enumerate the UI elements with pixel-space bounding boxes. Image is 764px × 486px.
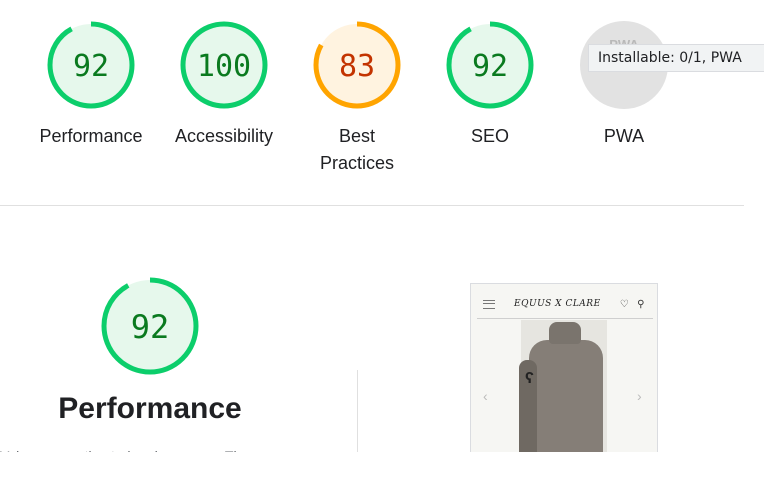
final-screenshot-thumbnail[interactable]: EQUUS X CLARE ♡ ⚲ ‹ › ʕ [470, 283, 658, 458]
performance-detail-ring: 92 [101, 277, 199, 375]
label-seo: SEO [470, 126, 509, 146]
label-performance: Performance [39, 126, 143, 146]
user-icon: ⚲ [637, 298, 645, 310]
section-divider [0, 205, 744, 206]
gauge-accessibility[interactable]: 100 [178, 19, 270, 111]
gauge-performance[interactable]: 92 [45, 19, 137, 111]
label-best-practices-line1: Best [338, 126, 376, 146]
viewport-bottom-margin [0, 452, 764, 486]
label-best-practices: Best Practices [287, 123, 427, 177]
heart-icon: ♡ [619, 298, 630, 310]
thumbnail-header-icons: ♡ ⚲ [620, 299, 645, 310]
label-accessibility: Accessibility [174, 126, 274, 146]
label-best-practices-line2: Practices [319, 153, 395, 173]
gauge-best-practices-ring: 83 [313, 21, 401, 109]
carousel-next-icon: › [637, 388, 642, 404]
gauge-performance-ring: 92 [47, 21, 135, 109]
brand-logo-icon: ʕ [525, 370, 534, 387]
sweater-neck [549, 322, 581, 344]
vertical-divider [357, 370, 358, 460]
gauge-seo[interactable]: 92 [444, 19, 536, 111]
performance-detail-gauge: 92 [100, 276, 200, 376]
score-performance: 92 [73, 49, 109, 84]
label-pwa: PWA [603, 126, 645, 146]
performance-detail-score: 92 [131, 308, 170, 346]
carousel-prev-icon: ‹ [483, 388, 488, 404]
score-best-practices: 83 [339, 49, 375, 84]
sweater-body [529, 340, 603, 457]
hamburger-icon [483, 299, 495, 309]
thumbnail-header-rule [477, 318, 653, 319]
gauge-seo-ring: 92 [446, 21, 534, 109]
performance-detail-title: Performance [58, 392, 242, 425]
thumbnail-site-header: EQUUS X CLARE ♡ ⚲ [477, 294, 653, 314]
pwa-tooltip: Installable: 0/1, PWA [588, 44, 764, 72]
score-accessibility: 100 [197, 49, 251, 84]
thumbnail-brand: EQUUS X CLARE [514, 299, 601, 309]
gauge-accessibility-ring: 100 [180, 21, 268, 109]
product-photo: ʕ [519, 320, 607, 457]
gauge-best-practices[interactable]: 83 [311, 19, 403, 111]
score-seo: 92 [472, 49, 508, 84]
